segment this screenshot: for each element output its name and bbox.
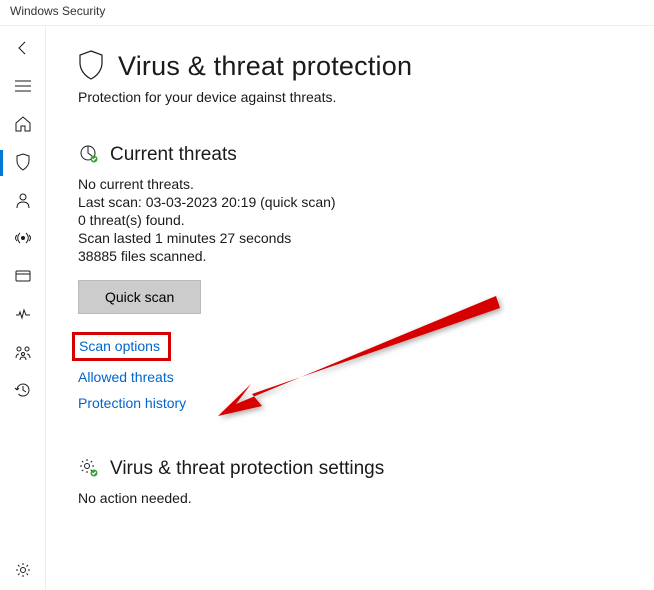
settings-button[interactable] bbox=[0, 552, 46, 590]
last-scan: Last scan: 03-03-2023 20:19 (quick scan) bbox=[78, 194, 622, 210]
sidebar bbox=[0, 26, 46, 590]
family-options-button[interactable] bbox=[0, 334, 46, 372]
browser-icon bbox=[14, 267, 32, 288]
app-browser-button[interactable] bbox=[0, 258, 46, 296]
family-icon bbox=[14, 343, 32, 364]
threats-found: 0 threat(s) found. bbox=[78, 212, 622, 228]
current-threats-heading: Current threats bbox=[110, 144, 237, 166]
allowed-threats-link[interactable]: Allowed threats bbox=[78, 369, 622, 385]
page-title: Virus & threat protection bbox=[118, 51, 412, 82]
current-threats-section: Current threats No current threats. Last… bbox=[78, 143, 622, 411]
protection-history-button[interactable] bbox=[0, 372, 46, 410]
history-icon bbox=[14, 381, 32, 402]
files-scanned: 38885 files scanned. bbox=[78, 248, 622, 264]
back-icon bbox=[15, 40, 31, 59]
settings-status-icon bbox=[78, 457, 98, 480]
threat-status-icon bbox=[78, 143, 98, 166]
heart-icon bbox=[14, 305, 32, 326]
window-titlebar: Windows Security bbox=[0, 0, 654, 26]
signal-icon bbox=[14, 229, 32, 250]
protection-history-link[interactable]: Protection history bbox=[78, 395, 622, 411]
home-icon bbox=[14, 115, 32, 136]
page-subtitle: Protection for your device against threa… bbox=[78, 89, 622, 105]
shield-icon bbox=[14, 153, 32, 174]
account-protection-button[interactable] bbox=[0, 182, 46, 220]
shield-icon bbox=[78, 50, 104, 83]
device-security-button[interactable] bbox=[0, 296, 46, 334]
virus-protection-button[interactable] bbox=[0, 144, 46, 182]
page-header: Virus & threat protection bbox=[78, 50, 622, 83]
settings-heading: Virus & threat protection settings bbox=[110, 458, 384, 480]
threat-status: No current threats. bbox=[78, 176, 622, 192]
person-icon bbox=[14, 191, 32, 212]
menu-button[interactable] bbox=[0, 68, 46, 106]
main-content: Virus & threat protection Protection for… bbox=[46, 26, 654, 590]
scan-options-link[interactable]: Scan options bbox=[72, 332, 171, 361]
back-button[interactable] bbox=[0, 30, 46, 68]
gear-icon bbox=[14, 561, 32, 582]
firewall-button[interactable] bbox=[0, 220, 46, 258]
window-title: Windows Security bbox=[10, 4, 105, 18]
quick-scan-button[interactable]: Quick scan bbox=[78, 280, 201, 314]
home-button[interactable] bbox=[0, 106, 46, 144]
scan-duration: Scan lasted 1 minutes 27 seconds bbox=[78, 230, 622, 246]
settings-status: No action needed. bbox=[78, 490, 622, 506]
menu-icon bbox=[14, 79, 32, 96]
settings-section: Virus & threat protection settings No ac… bbox=[78, 457, 622, 506]
